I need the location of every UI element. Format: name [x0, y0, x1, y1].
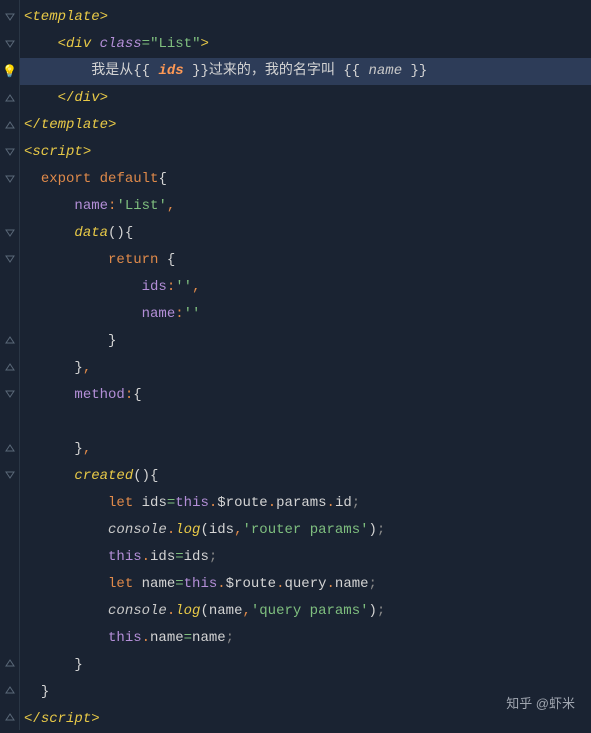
fold-up-icon[interactable]: [0, 649, 19, 676]
code-line: created(){: [20, 463, 591, 490]
code-line: data(){: [20, 220, 591, 247]
code-line: return {: [20, 247, 591, 274]
code-line: name:'List',: [20, 193, 591, 220]
code-line: <script>: [20, 139, 591, 166]
code-line: console.log(ids,'router params');: [20, 517, 591, 544]
fold-up-icon[interactable]: [0, 434, 19, 461]
fold-down-icon[interactable]: [0, 4, 19, 31]
fold-up-icon[interactable]: [0, 85, 19, 112]
gutter-spacer: [0, 273, 19, 300]
code-line: </div>: [20, 85, 591, 112]
fold-down-icon[interactable]: [0, 380, 19, 407]
watermark: 知乎 @虾米: [506, 693, 575, 712]
gutter-spacer: [0, 488, 19, 515]
gutter-spacer: [0, 542, 19, 569]
gutter-spacer: [0, 515, 19, 542]
fold-down-icon[interactable]: [0, 165, 19, 192]
gutter-spacer: [0, 407, 19, 434]
code-line: let name=this.$route.query.name;: [20, 571, 591, 598]
fold-up-icon[interactable]: [0, 354, 19, 381]
code-line: ids:'',: [20, 274, 591, 301]
fold-up-icon[interactable]: [0, 112, 19, 139]
gutter-spacer: [0, 300, 19, 327]
gutter-spacer: [0, 622, 19, 649]
code-line: export default{: [20, 166, 591, 193]
code-line: this.name=name;: [20, 625, 591, 652]
fold-down-icon[interactable]: [0, 138, 19, 165]
fold-down-icon[interactable]: [0, 219, 19, 246]
fold-down-icon[interactable]: [0, 461, 19, 488]
code-line: }: [20, 652, 591, 679]
code-line: method:{: [20, 382, 591, 409]
code-line: [20, 409, 591, 436]
code-line: },: [20, 355, 591, 382]
code-line: <div class="List">: [20, 31, 591, 58]
gutter-spacer: [0, 192, 19, 219]
fold-up-icon[interactable]: [0, 676, 19, 703]
code-line-active: 我是从{{ ids }}过来的，我的名字叫 {{ name }}: [20, 58, 591, 85]
code-editor: 💡 <template> <div class="List"> 我是从{{ id…: [0, 0, 591, 730]
code-line: name:'': [20, 301, 591, 328]
code-line: <template>: [20, 4, 591, 31]
fold-down-icon[interactable]: [0, 246, 19, 273]
fold-down-icon[interactable]: [0, 31, 19, 58]
code-line: }: [20, 328, 591, 355]
gutter-spacer: [0, 569, 19, 596]
fold-up-icon[interactable]: [0, 327, 19, 354]
code-line: this.ids=ids;: [20, 544, 591, 571]
code-line: console.log(name,'query params');: [20, 598, 591, 625]
code-line: },: [20, 436, 591, 463]
gutter-spacer: [0, 596, 19, 623]
code-line: let ids=this.$route.params.id;: [20, 490, 591, 517]
lightbulb-icon[interactable]: 💡: [0, 58, 19, 85]
gutter: 💡: [0, 0, 20, 730]
code-area[interactable]: <template> <div class="List"> 我是从{{ ids …: [20, 0, 591, 730]
code-line: </template>: [20, 112, 591, 139]
fold-up-icon[interactable]: [0, 703, 19, 730]
